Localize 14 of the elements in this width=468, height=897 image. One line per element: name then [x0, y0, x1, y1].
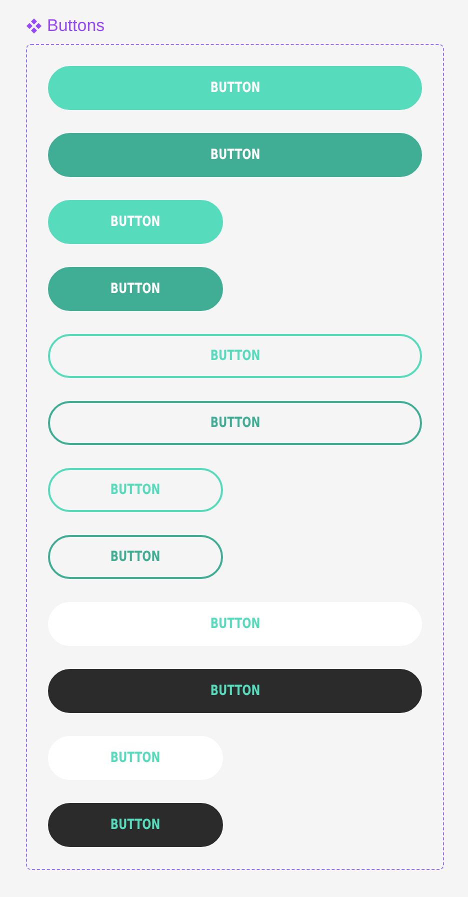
component-set-icon	[26, 18, 42, 34]
button[interactable]: BUTTON	[48, 602, 422, 646]
component-set-title: Buttons	[47, 16, 105, 36]
button[interactable]: BUTTON	[48, 736, 223, 780]
button[interactable]: BUTTON	[48, 803, 223, 847]
button[interactable]: BUTTON	[48, 200, 223, 244]
button[interactable]: BUTTON	[48, 267, 223, 311]
button[interactable]: BUTTON	[48, 669, 422, 713]
button[interactable]: BUTTON	[48, 468, 223, 512]
button[interactable]: BUTTON	[48, 535, 223, 579]
button[interactable]: BUTTON	[48, 401, 422, 445]
button[interactable]: BUTTON	[48, 133, 422, 177]
button[interactable]: BUTTON	[48, 66, 422, 110]
button[interactable]: BUTTON	[48, 334, 422, 378]
